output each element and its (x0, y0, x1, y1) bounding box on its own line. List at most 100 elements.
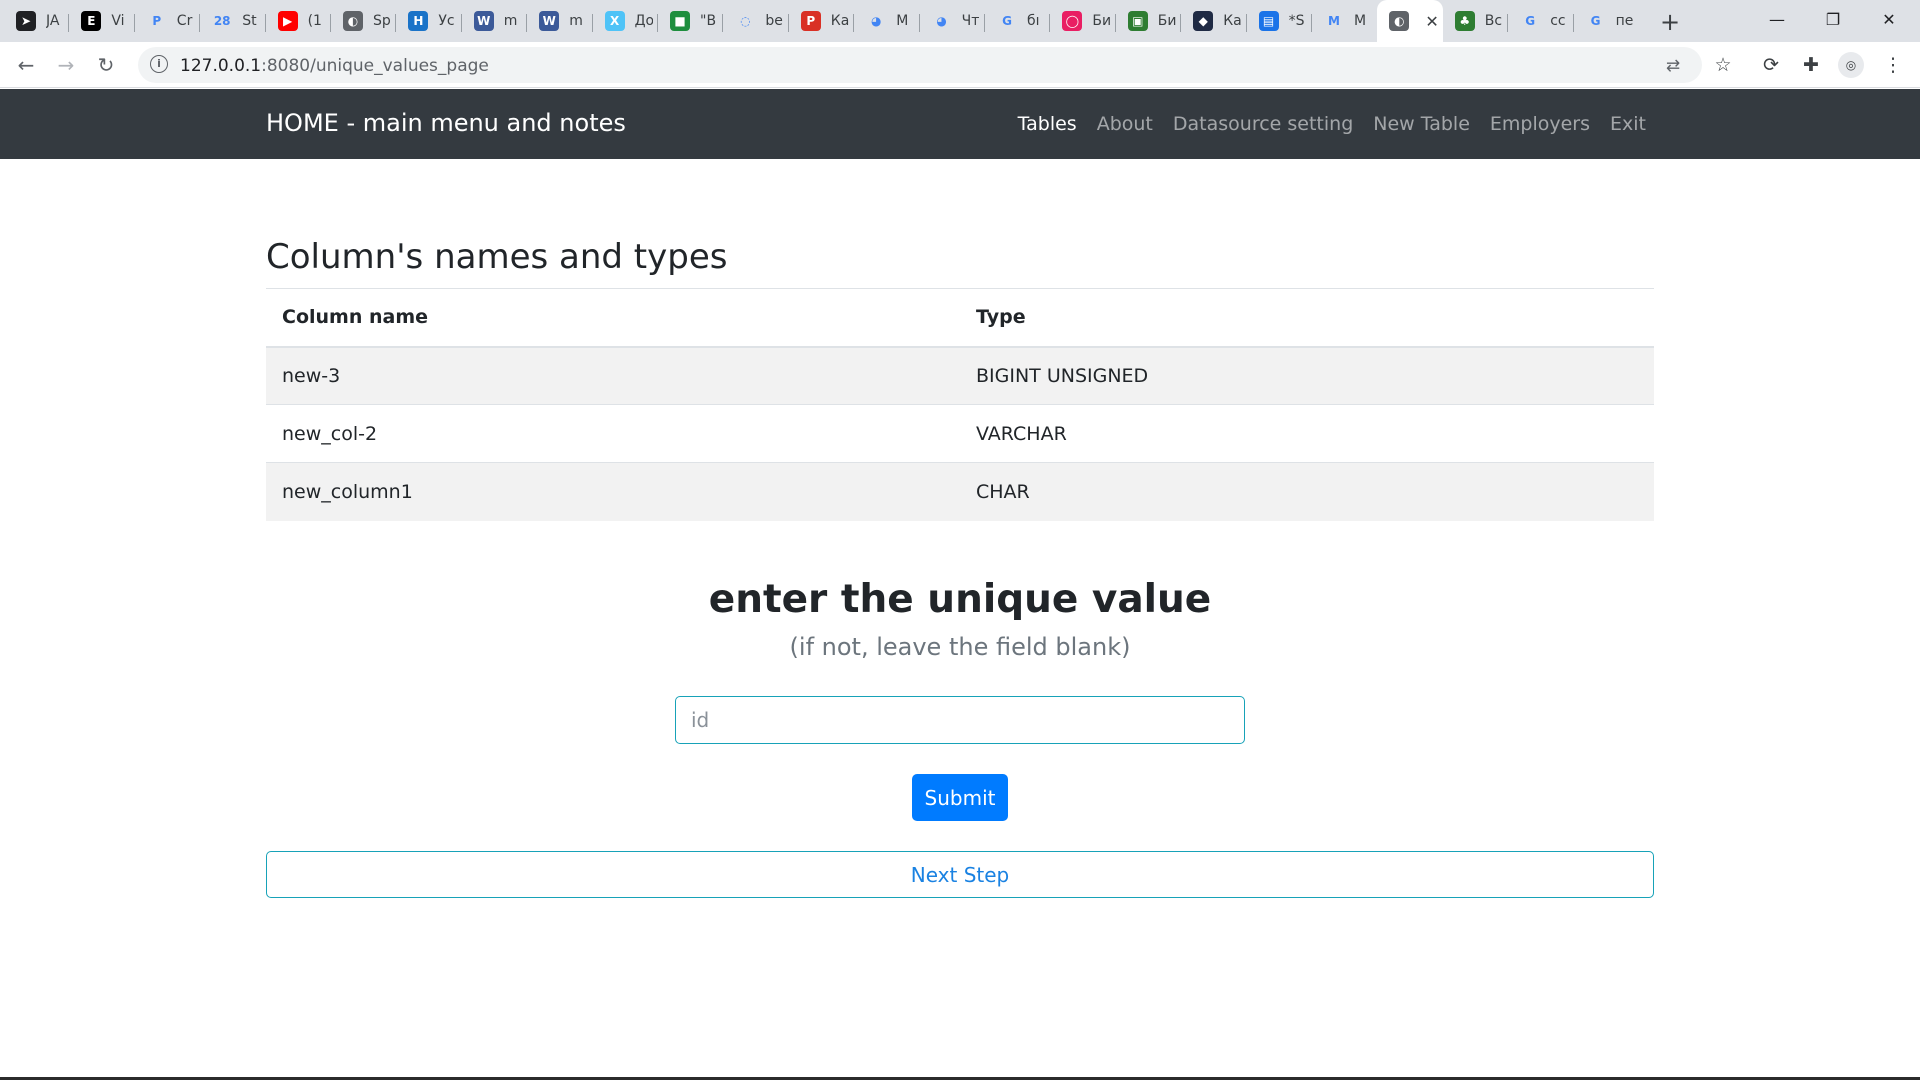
browser-tab[interactable]: E Vi (69, 6, 134, 36)
browser-tab-label: cc (1550, 13, 1566, 29)
spinner-icon: ◌ (740, 14, 751, 28)
ring-icon: ◯ (1062, 11, 1083, 31)
browser-tab[interactable]: Gcc (1508, 6, 1573, 36)
forward-arrow-icon[interactable]: → (52, 51, 80, 79)
browser-tab[interactable]: ◌ be (723, 6, 788, 36)
calendar-icon: 28 (213, 14, 231, 28)
arrow-circle-icon: ➤ (16, 11, 36, 31)
browser-tab-label: Vi (111, 13, 125, 29)
browser-tab-label: St (242, 13, 257, 29)
browser-tab-label: Би (1157, 13, 1176, 29)
browser-tab-label: Чт (961, 13, 980, 29)
extensions-puzzle-icon[interactable]: ✚ (1798, 52, 1824, 78)
brand-home-link[interactable]: HOME - main menu and notes (266, 109, 626, 137)
browser-tab-label: m (503, 13, 518, 29)
browser-tab[interactable]: ▶ (1 (266, 6, 331, 36)
unique-value-subtitle: (if not, leave the field blank) (789, 633, 1131, 661)
browser-tab-label: Sp (373, 13, 391, 29)
minimize-window-button[interactable]: — (1750, 4, 1804, 36)
browser-tab-label: Cr (176, 13, 193, 29)
browser-tab[interactable]: ◯ Би (1050, 6, 1115, 36)
translate-icon[interactable]: ⇄ (1662, 55, 1684, 77)
google-icon: G (1590, 14, 1601, 28)
browser-tab-label: Ус (438, 13, 455, 29)
youtube-icon: ▶ (277, 11, 298, 31)
browser-tab[interactable]: Wm (527, 6, 592, 36)
reload-icon[interactable]: ↻ (92, 51, 120, 79)
browser-tab[interactable]: ◐ ✕ (1377, 0, 1443, 42)
chat-icon: ▤ (1258, 11, 1279, 31)
browser-tab[interactable]: X До (593, 6, 658, 36)
columns-section-title: Column's names and types (266, 237, 728, 277)
browser-tab[interactable]: MM (1312, 6, 1377, 36)
browser-tab[interactable]: ◆ Ка (1181, 6, 1246, 36)
browser-tab[interactable]: ◕ M (854, 6, 919, 36)
unique-value-title: enter the unique value (708, 577, 1212, 622)
browser-tab[interactable]: ▤ *S (1247, 6, 1312, 36)
browser-tab-label: *S (1288, 13, 1305, 29)
submit-button[interactable]: Submit (912, 774, 1008, 821)
browser-tab[interactable]: ▣ Би (1116, 6, 1181, 36)
restore-window-button[interactable]: ❐ (1806, 4, 1860, 36)
browser-tab[interactable]: ◕ Чт (920, 6, 985, 36)
nav-link-exit[interactable]: Exit (1610, 113, 1646, 135)
browser-tab[interactable]: P Cr (135, 6, 200, 36)
nav-link-about[interactable]: About (1097, 113, 1153, 135)
nav-link-datasource-setting[interactable]: Datasource setting (1173, 113, 1353, 135)
browser-tab[interactable]: Wm (462, 6, 527, 36)
column-name-cell: new-3 (266, 346, 960, 405)
bookmark-star-icon[interactable]: ☆ (1710, 52, 1736, 78)
nav-link-employers[interactable]: Employers (1490, 113, 1590, 135)
wordpress-icon: W (539, 11, 560, 31)
column-type-cell: VARCHAR (960, 404, 1654, 463)
browser-tab-label: (1 (307, 13, 322, 29)
browser-tab[interactable]: ♣ Вс (1443, 6, 1508, 36)
browser-tab[interactable]: ➤ JA (4, 6, 69, 36)
browser-tab-label: m (569, 13, 583, 29)
browser-tab[interactable]: H Ус (396, 6, 461, 36)
close-window-button[interactable]: ✕ (1862, 4, 1916, 36)
site-info-icon[interactable]: i (150, 55, 168, 73)
app-navbar: HOME - main menu and notes Tables About … (0, 89, 1920, 159)
browser-tab-label: бı (1027, 13, 1040, 29)
back-arrow-icon[interactable]: ← (12, 51, 40, 79)
url-path: :8080/unique_values_page (261, 56, 489, 76)
sync-extension-icon[interactable]: ⟳ (1758, 52, 1784, 78)
browser-tab-label: Ка (1223, 13, 1242, 29)
browser-tab[interactable]: Gпе (1574, 6, 1639, 36)
table-row: new-3 BIGINT UNSIGNED (266, 346, 1654, 405)
browser-tab-label: Ка (830, 13, 849, 29)
letter-p-icon: P (152, 14, 162, 28)
browser-tab-label: be (765, 13, 783, 29)
browser-menu-icon[interactable]: ⋮ (1880, 52, 1906, 78)
nav-link-new-table[interactable]: New Table (1373, 113, 1470, 135)
browser-tab-label: M (1354, 13, 1367, 29)
table-row: new_col-2 VARCHAR (266, 404, 1654, 463)
puzzle-app-icon: ■ (670, 11, 690, 31)
browser-tab-label: Би (1092, 13, 1111, 29)
browser-tab-label: M (896, 13, 909, 29)
profile-avatar[interactable]: ◎ (1838, 52, 1864, 78)
next-step-button[interactable]: Next Step (266, 851, 1654, 898)
globe-icon: ◐ (1389, 11, 1410, 31)
browser-toolbar: ← → ↻ i 127.0.0.1:8080/unique_values_pag… (0, 42, 1920, 88)
browser-tab[interactable]: ■ "В (658, 6, 723, 36)
close-tab-icon[interactable]: ✕ (1425, 12, 1438, 31)
pdf-icon: P (800, 11, 821, 31)
new-tab-button[interactable]: + (1656, 8, 1684, 36)
columns-table: Column name Type new-3 BIGINT UNSIGNED n… (266, 288, 1654, 521)
browser-tab-strip: ➤ JA E Vi P Cr 28 St ▶ (1 ◐ Sp H Ус Wm Wm X До ■ "В ◌ be P Ка ◕ M… (0, 0, 1920, 42)
column-type-cell: BIGINT UNSIGNED (960, 346, 1654, 405)
browser-tab[interactable]: 28 St (200, 6, 265, 36)
browser-tab[interactable]: Gбı (985, 6, 1050, 36)
browser-tab[interactable]: P Ка (789, 6, 854, 36)
unique-value-input[interactable] (675, 696, 1245, 744)
nav-link-tables[interactable]: Tables (1018, 113, 1077, 135)
google-icon: G (1525, 14, 1536, 28)
browser-tab-label: До (634, 13, 653, 29)
address-bar[interactable]: i 127.0.0.1:8080/unique_values_page ⇄ (138, 47, 1702, 83)
leaf-icon: ♣ (1454, 11, 1475, 31)
browser-tab[interactable]: ◐ Sp (331, 6, 396, 36)
google-icon: G (1002, 14, 1012, 28)
type-header: Type (960, 288, 1654, 348)
